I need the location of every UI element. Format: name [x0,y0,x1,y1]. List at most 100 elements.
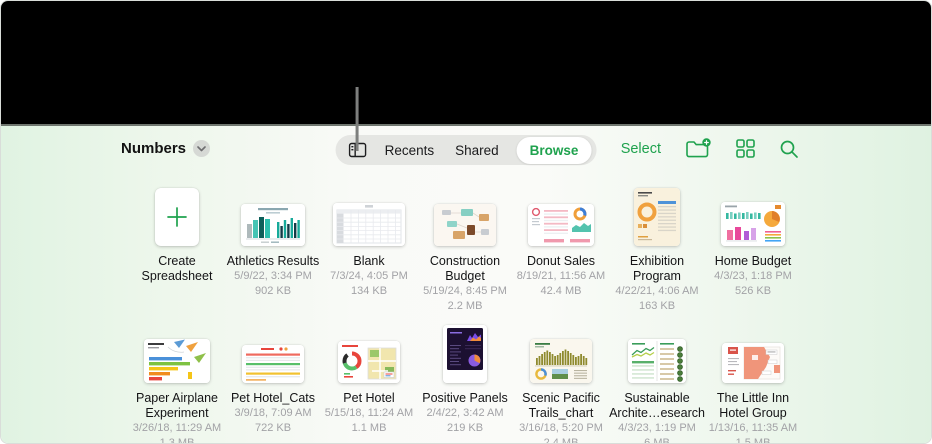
document-browser: Numbers Recents Shared Browse Select Cre… [1,86,931,444]
new-folder-button[interactable] [685,138,712,159]
document-thumbnail [443,325,487,383]
document-date: 4/22/21, 4:06 AM [615,285,699,297]
document-thumbnail [721,188,785,246]
document-date: 2/4/22, 3:42 AM [426,407,504,419]
document-thumbnail [333,188,405,246]
document-tile[interactable]: Pet Hotel 5/15/18, 11:24 AM 1.1 MB [321,325,417,443]
document-size: 219 KB [446,421,484,434]
athletics-results-thumbnail [241,204,305,246]
create-spreadsheet-tile[interactable]: Create Spreadsheet [129,188,225,313]
document-tile[interactable]: Athletics Results 5/9/22, 3:34 PM 902 KB [225,188,321,313]
document-tile[interactable]: Exhibition Program 4/22/21, 4:06 AM 163 … [609,188,705,313]
document-title: Scenic Pacific Trails_chart [522,391,600,420]
pet-hotel-thumbnail [338,341,400,383]
document-grid: Create Spreadsheet Athletics Results 5/9… [129,188,805,444]
document-tile[interactable]: Pet Hotel_Cats 3/9/18, 7:09 AM 722 KB [225,325,321,443]
document-thumbnail [242,325,304,383]
document-thumbnail [634,188,680,246]
document-date: 1/13/16, 11:35 AM [708,422,798,434]
document-size: 163 KB [638,299,676,312]
app-menu-button[interactable]: Numbers [121,140,211,157]
browser-tab-bar: Recents Shared Browse [335,86,597,165]
document-tile[interactable]: The Little Inn Hotel Group 1/13/16, 11:3… [705,325,801,444]
chevron-down-icon [197,145,206,151]
document-size: 134 KB [350,284,388,297]
document-thumbnail [530,325,592,383]
app-title: Numbers [121,140,187,157]
toolbar-actions: Select [621,138,799,159]
document-size: 2.4 MB [543,436,579,444]
document-thumbnail [338,325,400,383]
document-date: 5/19/24, 8:45 PM [423,285,507,297]
document-date: 8/19/21, 11:56 AM [516,270,606,282]
document-tile[interactable]: Construction Budget 5/19/24, 8:45 PM 2.2… [417,188,513,313]
document-size: 1.5 MB [735,436,771,444]
paper-airplane-thumbnail [144,339,210,383]
document-thumbnail [155,188,199,246]
document-title: Construction Budget [429,254,501,283]
scenic-pacific-trails-thumbnail [530,339,592,383]
toolbar: Numbers Recents Shared Browse Select [1,86,931,172]
document-tile[interactable]: Positive Panels 2/4/22, 3:42 AM 219 KB [417,325,513,443]
document-thumbnail [434,188,496,246]
document-size: 526 KB [734,284,772,297]
search-button[interactable] [779,139,799,159]
callout-line [355,86,359,151]
tab-recents[interactable]: Recents [382,143,438,158]
sidebar-toggle-button[interactable] [348,86,367,160]
exhibition-program-thumbnail [634,188,680,246]
document-title: Pet Hotel_Cats [230,391,316,405]
plus-icon [167,207,187,227]
document-size: 2.2 MB [447,299,483,312]
document-date: 4/3/23, 1:19 PM [618,422,696,434]
search-icon [780,140,798,158]
top-black-area [1,1,931,124]
document-tile[interactable]: Sustainable Archite…esearch 4/3/23, 1:19… [609,325,705,444]
construction-budget-thumbnail [434,204,496,246]
view-options-button[interactable] [736,139,755,158]
view-options-icon [736,139,755,158]
document-date: 3/16/18, 5:20 PM [519,422,603,434]
select-button[interactable]: Select [621,141,661,157]
document-tile[interactable]: Blank 7/3/24, 4:05 PM 134 KB [321,188,417,313]
document-date: 4/3/23, 1:18 PM [714,270,792,282]
document-size: 722 KB [254,421,292,434]
document-tile[interactable]: Home Budget 4/3/23, 1:18 PM 526 KB [705,188,801,313]
document-title: The Little Inn Hotel Group [716,391,790,420]
home-budget-thumbnail [721,202,785,246]
document-title: Pet Hotel [343,391,395,405]
positive-panels-thumbnail [443,325,487,383]
document-size: 1.3 MB [159,436,195,444]
create-spreadsheet-thumbnail [155,188,199,246]
document-title: Create Spreadsheet [141,254,213,283]
document-thumbnail [241,188,305,246]
document-tile[interactable]: Donut Sales 8/19/21, 11:56 AM 42.4 MB [513,188,609,313]
document-title: Sustainable Archite…esearch [609,391,705,420]
document-title: Positive Panels [422,391,508,405]
document-date: 7/3/24, 4:05 PM [330,270,408,282]
little-inn-thumbnail [722,343,784,383]
tab-browse[interactable]: Browse [516,136,592,164]
document-size: 6 MB [644,436,670,444]
tab-shared[interactable]: Shared [452,143,502,158]
document-title: Paper Airplane Experiment [135,391,218,420]
chevron-down-icon[interactable] [193,140,211,157]
new-folder-icon [686,138,711,158]
document-title: Home Budget [714,254,792,268]
document-date: 3/9/18, 7:09 AM [234,407,312,419]
document-tile[interactable]: Scenic Pacific Trails_chart 3/16/18, 5:2… [513,325,609,444]
donut-sales-thumbnail [528,204,594,246]
document-date: 5/9/22, 3:34 PM [234,270,312,282]
document-date: 3/26/18, 11:29 AM [132,422,222,434]
document-title: Exhibition Program [629,254,685,283]
document-title: Athletics Results [226,254,320,268]
document-size: 42.4 MB [540,284,582,297]
document-thumbnail [628,325,686,383]
blank-thumbnail [333,203,405,246]
document-title: Donut Sales [526,254,596,268]
sustainable-architecture-thumbnail [628,339,686,383]
document-thumbnail [722,325,784,383]
document-size: 902 KB [254,284,292,297]
document-tile[interactable]: Paper Airplane Experiment 3/26/18, 11:29… [129,325,225,444]
document-date: 5/15/18, 11:24 AM [324,407,414,419]
